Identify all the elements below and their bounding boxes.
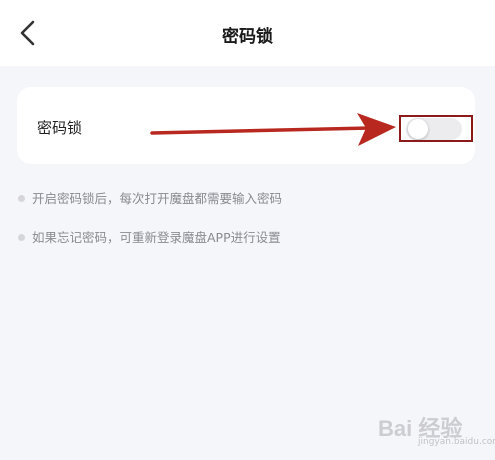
note-item: 如果忘记密码，可重新登录魔盘APP进行设置 xyxy=(18,227,281,246)
note-text: 开启密码锁后，每次打开魔盘都需要输入密码 xyxy=(32,191,283,206)
note-text: 如果忘记密码，可重新登录魔盘APP进行设置 xyxy=(32,230,281,245)
top-bar: 密码锁 xyxy=(0,0,495,66)
watermark-sub: jingyan.baidu.com xyxy=(418,437,495,447)
baidu-jingyan-watermark: Bai 经验 jingyan.baidu.com xyxy=(378,407,495,451)
bullet-dot-icon xyxy=(18,234,25,241)
password-lock-label: 密码锁 xyxy=(37,119,83,137)
page-title: 密码锁 xyxy=(222,27,273,47)
bullet-dot-icon xyxy=(18,195,25,202)
note-item: 开启密码锁后，每次打开魔盘都需要输入密码 xyxy=(18,188,282,207)
annotation-highlight-box xyxy=(399,115,473,142)
